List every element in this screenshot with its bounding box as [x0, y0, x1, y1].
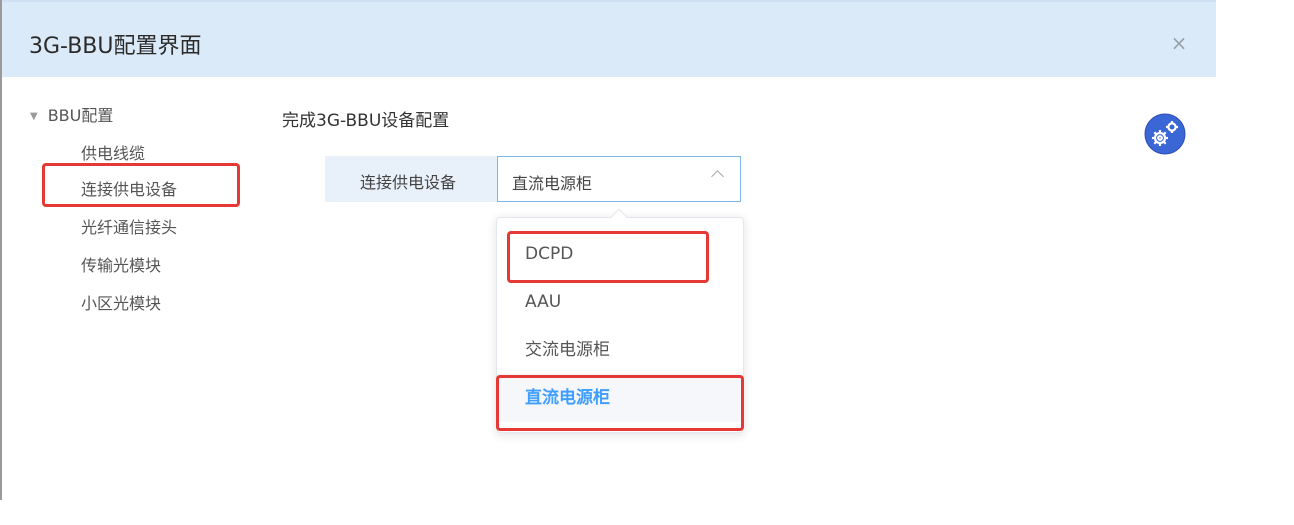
tree-root[interactable]: ▼ BBU配置 — [30, 102, 113, 126]
dialog-title: 3G-BBU配置界面 — [29, 34, 202, 59]
highlight-box — [496, 375, 744, 431]
close-icon[interactable]: × — [1170, 33, 1188, 53]
gear-icon[interactable] — [1144, 113, 1186, 155]
option-aau[interactable]: AAU — [497, 278, 743, 326]
outer-background — [1216, 0, 1294, 525]
tree-item-transmission-optical-module[interactable]: 传输光模块 — [81, 252, 161, 276]
power-device-field: 连接供电设备 直流电源柜 — [325, 156, 741, 202]
tree-item-cell-optical-module[interactable]: 小区光模块 — [81, 290, 161, 314]
highlight-box — [42, 163, 240, 207]
dialog-header: 3G-BBU配置界面 × — [2, 0, 1216, 77]
config-dialog: 3G-BBU配置界面 × ▼ BBU配置 供电线缆 连接供电设备 光纤通信接头 传… — [2, 0, 1216, 500]
section-heading: 完成3G-BBU设备配置 — [282, 111, 450, 131]
chevron-up-icon — [711, 170, 724, 183]
highlight-box — [507, 231, 709, 283]
tree-item-fiber-connector[interactable]: 光纤通信接头 — [81, 214, 177, 238]
tree-item-power-cable[interactable]: 供电线缆 — [81, 140, 145, 164]
field-label: 连接供电设备 — [360, 173, 457, 192]
tree-root-label: BBU配置 — [47, 106, 114, 125]
dropdown-arrow — [610, 208, 628, 226]
caret-down-icon[interactable]: ▼ — [30, 111, 38, 122]
select-value: 直流电源柜 — [512, 174, 593, 193]
option-ac-power-cabinet[interactable]: 交流电源柜 — [497, 326, 743, 374]
power-device-select[interactable]: 直流电源柜 — [497, 156, 741, 202]
